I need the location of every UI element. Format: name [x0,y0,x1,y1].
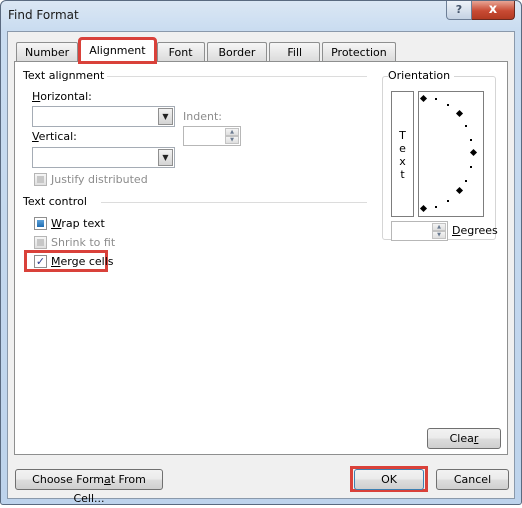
divider [101,202,367,203]
title-bar[interactable]: Find Format ? x [1,1,521,31]
dial-dot [447,104,449,106]
dial-marker-diamond [455,186,464,195]
dial-dot [470,139,472,141]
orientation-dial[interactable] [418,91,484,217]
text-alignment-heading: Text alignment [23,69,109,82]
tab-strip: Number Alignment Font Border Fill Protec… [16,37,398,64]
indent-label: Indent: [183,110,222,123]
alignment-panel: Text alignment Horizontal: ▼ Indent: ▲ ▼… [14,61,508,455]
tab-number[interactable]: Number [16,42,79,62]
shrink-to-fit-label: Shrink to fit [51,236,116,249]
dial-dot [435,98,437,100]
dial-marker-diamond [455,109,464,118]
spin-down-icon[interactable]: ▼ [225,136,239,144]
wrap-text-label: Wrap text [51,217,105,230]
close-button[interactable]: x [472,1,515,20]
vertical-text-letter: t [400,168,405,181]
dial-dot [435,206,437,208]
chevron-down-icon[interactable]: ▼ [158,108,173,125]
text-control-heading: Text control [23,195,91,208]
divider [107,76,367,77]
orientation-heading: Orientation [388,69,455,82]
dial-dot [447,200,449,202]
horizontal-label: Horizontal: [32,90,92,103]
justify-distributed-label: Justify distributed [51,173,148,186]
dial-marker-diamond [419,204,428,213]
chevron-down-icon[interactable]: ▼ [158,149,173,166]
checkmark-icon: ✓ [35,255,46,268]
dialog-body: Number Alignment Font Border Fill Protec… [7,31,515,505]
clear-button[interactable]: Clear [427,428,501,449]
merge-cells-label: Merge cells [51,255,114,268]
vertical-text-letter: T [399,129,406,142]
tab-font[interactable]: Font [156,42,205,62]
tab-fill[interactable]: Fill [269,42,321,62]
spin-down-icon[interactable]: ▼ [432,231,446,239]
horizontal-select[interactable]: ▼ [32,106,175,127]
close-icon: x [488,2,498,17]
degrees-spinner[interactable]: ▲ ▼ [391,221,448,241]
spin-up-icon[interactable]: ▲ [432,223,446,231]
question-mark-icon: ? [455,3,463,16]
tab-border[interactable]: Border [206,42,268,62]
dial-marker-diamond [419,94,428,103]
dial-dot [465,125,467,127]
vertical-label: Vertical: [32,130,77,143]
tab-alignment[interactable]: Alignment [78,37,157,64]
tab-protection[interactable]: Protection [322,42,396,62]
dial-marker-diamond [469,148,478,157]
choose-format-from-cell-button[interactable]: Choose Format From Cell... [15,469,163,505]
degrees-label: Degrees [452,224,498,237]
wrap-text-checkbox[interactable] [34,217,47,230]
indent-spinner[interactable]: ▲ ▼ [183,126,241,146]
vertical-select[interactable]: ▼ [32,147,175,168]
vertical-text-button[interactable]: T e x t [391,91,414,217]
dial-dot [470,166,472,168]
merge-cells-checkbox[interactable]: ✓ [34,255,47,268]
dial-dot [465,180,467,182]
justify-distributed-checkbox[interactable] [34,173,47,186]
cancel-button[interactable]: Cancel [436,469,509,490]
shrink-to-fit-checkbox[interactable] [34,236,47,249]
spin-up-icon[interactable]: ▲ [225,128,239,136]
dialog-title: Find Format [8,8,79,22]
help-button[interactable]: ? [446,1,472,20]
find-format-dialog: Find Format ? x Number Alignment Font Bo… [0,0,522,505]
vertical-text-letter: x [399,155,406,168]
ok-button[interactable]: OK [354,469,424,490]
vertical-text-letter: e [399,142,406,155]
